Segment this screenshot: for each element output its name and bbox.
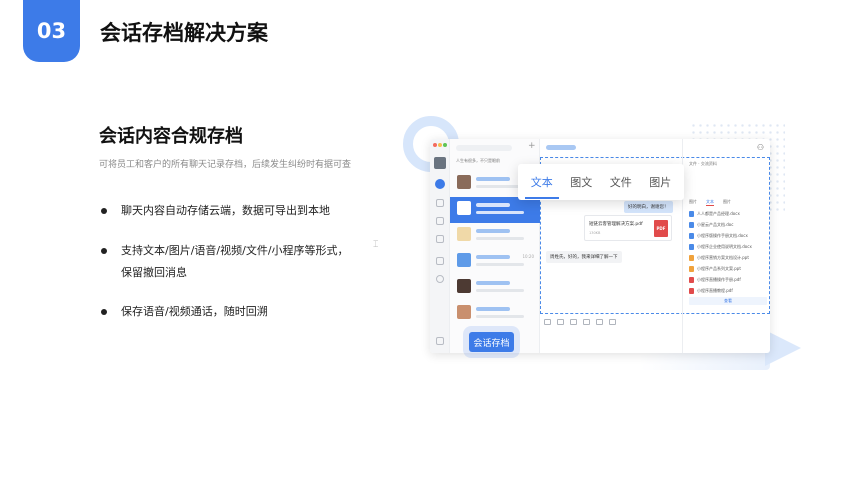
file-list-item[interactable]: 小程序产品系列文案.ppt	[689, 264, 767, 273]
message-type-tabs: 文本 图文 文件 图片	[518, 164, 684, 200]
bullet-text: 支持文本/图片/语音/视频/文件/小程序等形式，	[121, 244, 349, 257]
section-number: 03	[36, 19, 67, 43]
bullet-text: 聊天内容自动存储云端，数据可导出到本地	[121, 204, 330, 217]
search-bar[interactable]	[456, 145, 512, 151]
contact-avatar	[457, 279, 471, 293]
contact-avatar	[457, 305, 471, 319]
list-header: 人生有很多，不只是眼前	[456, 158, 500, 163]
conversation-item[interactable]	[450, 275, 540, 301]
ppt-icon	[689, 265, 694, 272]
tab-file[interactable]: 文件	[608, 168, 634, 196]
settings-icon[interactable]	[436, 275, 444, 283]
chat-nav-icon[interactable]	[435, 179, 445, 189]
tab-image[interactable]: 图片	[647, 168, 673, 196]
pdf-icon	[689, 287, 694, 294]
decorative-triangle	[765, 330, 801, 366]
doc-icon	[689, 232, 694, 239]
bullet-text: 保存语音/视频通话，随时回溯	[121, 305, 268, 318]
tab-rich-text[interactable]: 图文	[568, 168, 594, 196]
window-close-dot[interactable]	[433, 143, 437, 147]
text-cursor-icon: ⌶	[373, 240, 379, 250]
workbench-icon[interactable]	[436, 217, 444, 225]
message-bubble: 好的明白，谢谢您！	[624, 201, 673, 213]
message-bubble: 周姓氏，好的，我来详细了解一下	[546, 251, 622, 263]
chat-header	[546, 145, 576, 150]
bullet-dot	[101, 309, 107, 315]
ppt-icon	[689, 254, 694, 261]
page-title: 会话存档解决方案	[100, 21, 268, 45]
contact-avatar	[457, 175, 471, 189]
doc-icon	[689, 221, 694, 228]
file-list-item[interactable]: 人人都是产品经理.docx	[689, 209, 767, 218]
conversation-item[interactable]: 10:20	[450, 249, 540, 275]
info-tabs: 图片 文本 图片	[689, 199, 731, 206]
section-title: 会话内容合规存档	[99, 126, 243, 147]
add-icon[interactable]: +	[528, 141, 536, 151]
doc-icon	[689, 243, 694, 250]
conversation-item[interactable]	[450, 223, 540, 249]
file-list-item[interactable]: 小程序企业使用说明文档.docx	[689, 242, 767, 251]
info-tab[interactable]: 图片	[689, 199, 697, 206]
bullet-item: 保存语音/视频通话，随时回溯	[99, 301, 268, 323]
info-panel: ⚇ 文件 · 交流资料 图片 文本 图片 人人都是产品经理.docx 小星云产品…	[682, 139, 770, 353]
emoji-icon[interactable]	[544, 319, 551, 325]
contact-avatar	[457, 227, 471, 241]
conversation-item[interactable]	[450, 301, 540, 327]
image-icon[interactable]	[570, 319, 577, 325]
contacts-icon[interactable]	[436, 199, 444, 207]
info-tab-active[interactable]: 文本	[706, 199, 714, 206]
pdf-icon	[689, 276, 694, 283]
section-description: 可将员工和客户的所有聊天记录存档，后续发生纠纷时有据可查	[99, 160, 352, 170]
bullet-item: 聊天内容自动存储云端，数据可导出到本地	[99, 200, 330, 222]
file-message-card[interactable]: 短链云客管理解决方案.pdf 130KB PDF	[584, 215, 672, 241]
apps-grid-icon[interactable]	[436, 235, 444, 243]
info-label: 文件 · 交流资料	[689, 161, 717, 166]
video-icon[interactable]	[596, 319, 603, 325]
file-list-item[interactable]: 小程序营销方案文档设计.ppt	[689, 253, 767, 262]
window-minimize-dot[interactable]	[438, 143, 442, 147]
file-list-item[interactable]: 小星云产品文档.doc	[689, 220, 767, 229]
phone-icon[interactable]	[609, 319, 616, 325]
file-list-item[interactable]: 小程序直播教程.pdf	[689, 286, 767, 295]
person-icon[interactable]: ⚇	[757, 143, 764, 152]
folder-icon[interactable]	[583, 319, 590, 325]
pdf-file-icon: PDF	[654, 220, 668, 237]
tab-text[interactable]: 文本	[524, 168, 559, 199]
section-number-badge: 03	[23, 0, 80, 62]
scissors-icon[interactable]	[557, 319, 564, 325]
window-maximize-dot[interactable]	[443, 143, 447, 147]
file-size: 130KB	[589, 231, 601, 235]
info-tab[interactable]: 图片	[723, 199, 731, 206]
notes-icon[interactable]	[436, 337, 444, 345]
contact-avatar	[457, 253, 471, 267]
chat-toolbar	[544, 319, 680, 327]
user-avatar[interactable]	[434, 157, 446, 169]
bullet-item: 支持文本/图片/语音/视频/文件/小程序等形式， 保留撤回消息	[99, 240, 349, 284]
conversation-item-active[interactable]	[450, 197, 540, 223]
contact-avatar	[457, 201, 471, 215]
archive-button[interactable]: 会话存档	[469, 332, 514, 352]
file-list-item[interactable]: 小程序直播操作手册.pdf	[689, 275, 767, 284]
bullet-text-line2: 保留撤回消息	[121, 266, 187, 279]
bullet-dot	[101, 208, 107, 214]
doc-icon	[689, 210, 694, 217]
file-name: 短链云客管理解决方案.pdf	[589, 222, 643, 227]
view-more-button[interactable]: 查看	[689, 297, 767, 305]
file-list-item[interactable]: 小程序版操作手册文档.docx	[689, 231, 767, 240]
calendar-icon[interactable]	[436, 257, 444, 265]
bullet-dot	[101, 248, 107, 254]
app-side-rail	[430, 139, 450, 353]
